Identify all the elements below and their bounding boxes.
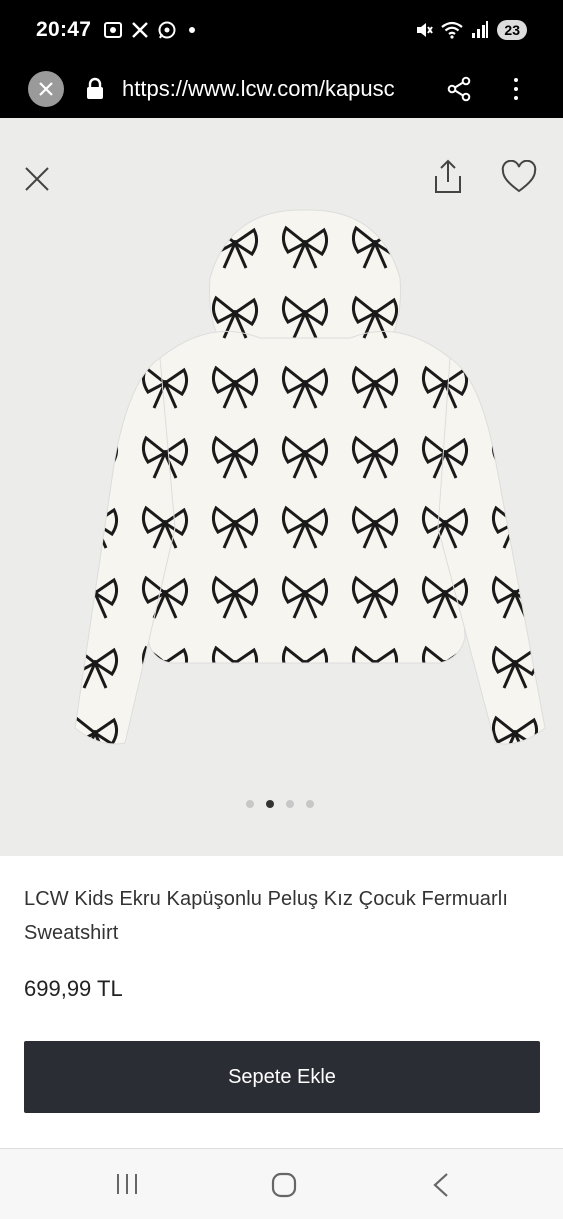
more-options-icon[interactable]	[514, 78, 518, 100]
pagination-dot[interactable]	[286, 800, 294, 808]
back-icon[interactable]	[430, 1171, 452, 1199]
system-nav-bar	[0, 1148, 563, 1219]
pagination-dot[interactable]	[306, 800, 314, 808]
signal-icon	[472, 21, 489, 38]
more-notifications-dot	[189, 27, 196, 33]
share-icon[interactable]	[431, 158, 465, 196]
recent-apps-icon[interactable]	[114, 1171, 140, 1197]
url-text[interactable]: https://www.lcw.com/kapusc	[122, 76, 422, 102]
add-to-cart-button[interactable]: Sepete Ekle	[24, 1041, 540, 1113]
product-price: 699,99 TL	[24, 976, 123, 1001]
product-image-gallery[interactable]	[0, 118, 563, 856]
mute-icon	[417, 23, 434, 37]
favorite-heart-icon[interactable]	[500, 160, 538, 194]
pagination-dot-active[interactable]	[266, 800, 274, 808]
x-logo-icon	[132, 22, 149, 38]
screenshot-icon	[104, 22, 123, 38]
notification-icons	[103, 20, 196, 40]
close-tab-button[interactable]	[28, 71, 64, 107]
wifi-icon	[441, 21, 464, 39]
home-icon[interactable]	[270, 1171, 298, 1199]
share-icon[interactable]	[446, 76, 472, 102]
image-pagination	[246, 800, 314, 808]
close-icon	[39, 82, 53, 96]
product-title: LCW Kids Ekru Kapüşonlu Peluş Kız Çocuk …	[24, 888, 508, 944]
system-icons: 23	[415, 20, 527, 40]
browser-toolbar: https://www.lcw.com/kapusc	[0, 60, 563, 118]
battery-badge: 23	[497, 20, 527, 40]
product-image	[74, 209, 546, 745]
close-icon[interactable]	[22, 164, 52, 194]
pagination-dot[interactable]	[246, 800, 254, 808]
status-time: 20:47	[36, 18, 92, 41]
whatsapp-icon	[158, 21, 176, 39]
status-bar: 20:47 23	[0, 0, 563, 60]
lock-icon[interactable]	[84, 77, 106, 101]
